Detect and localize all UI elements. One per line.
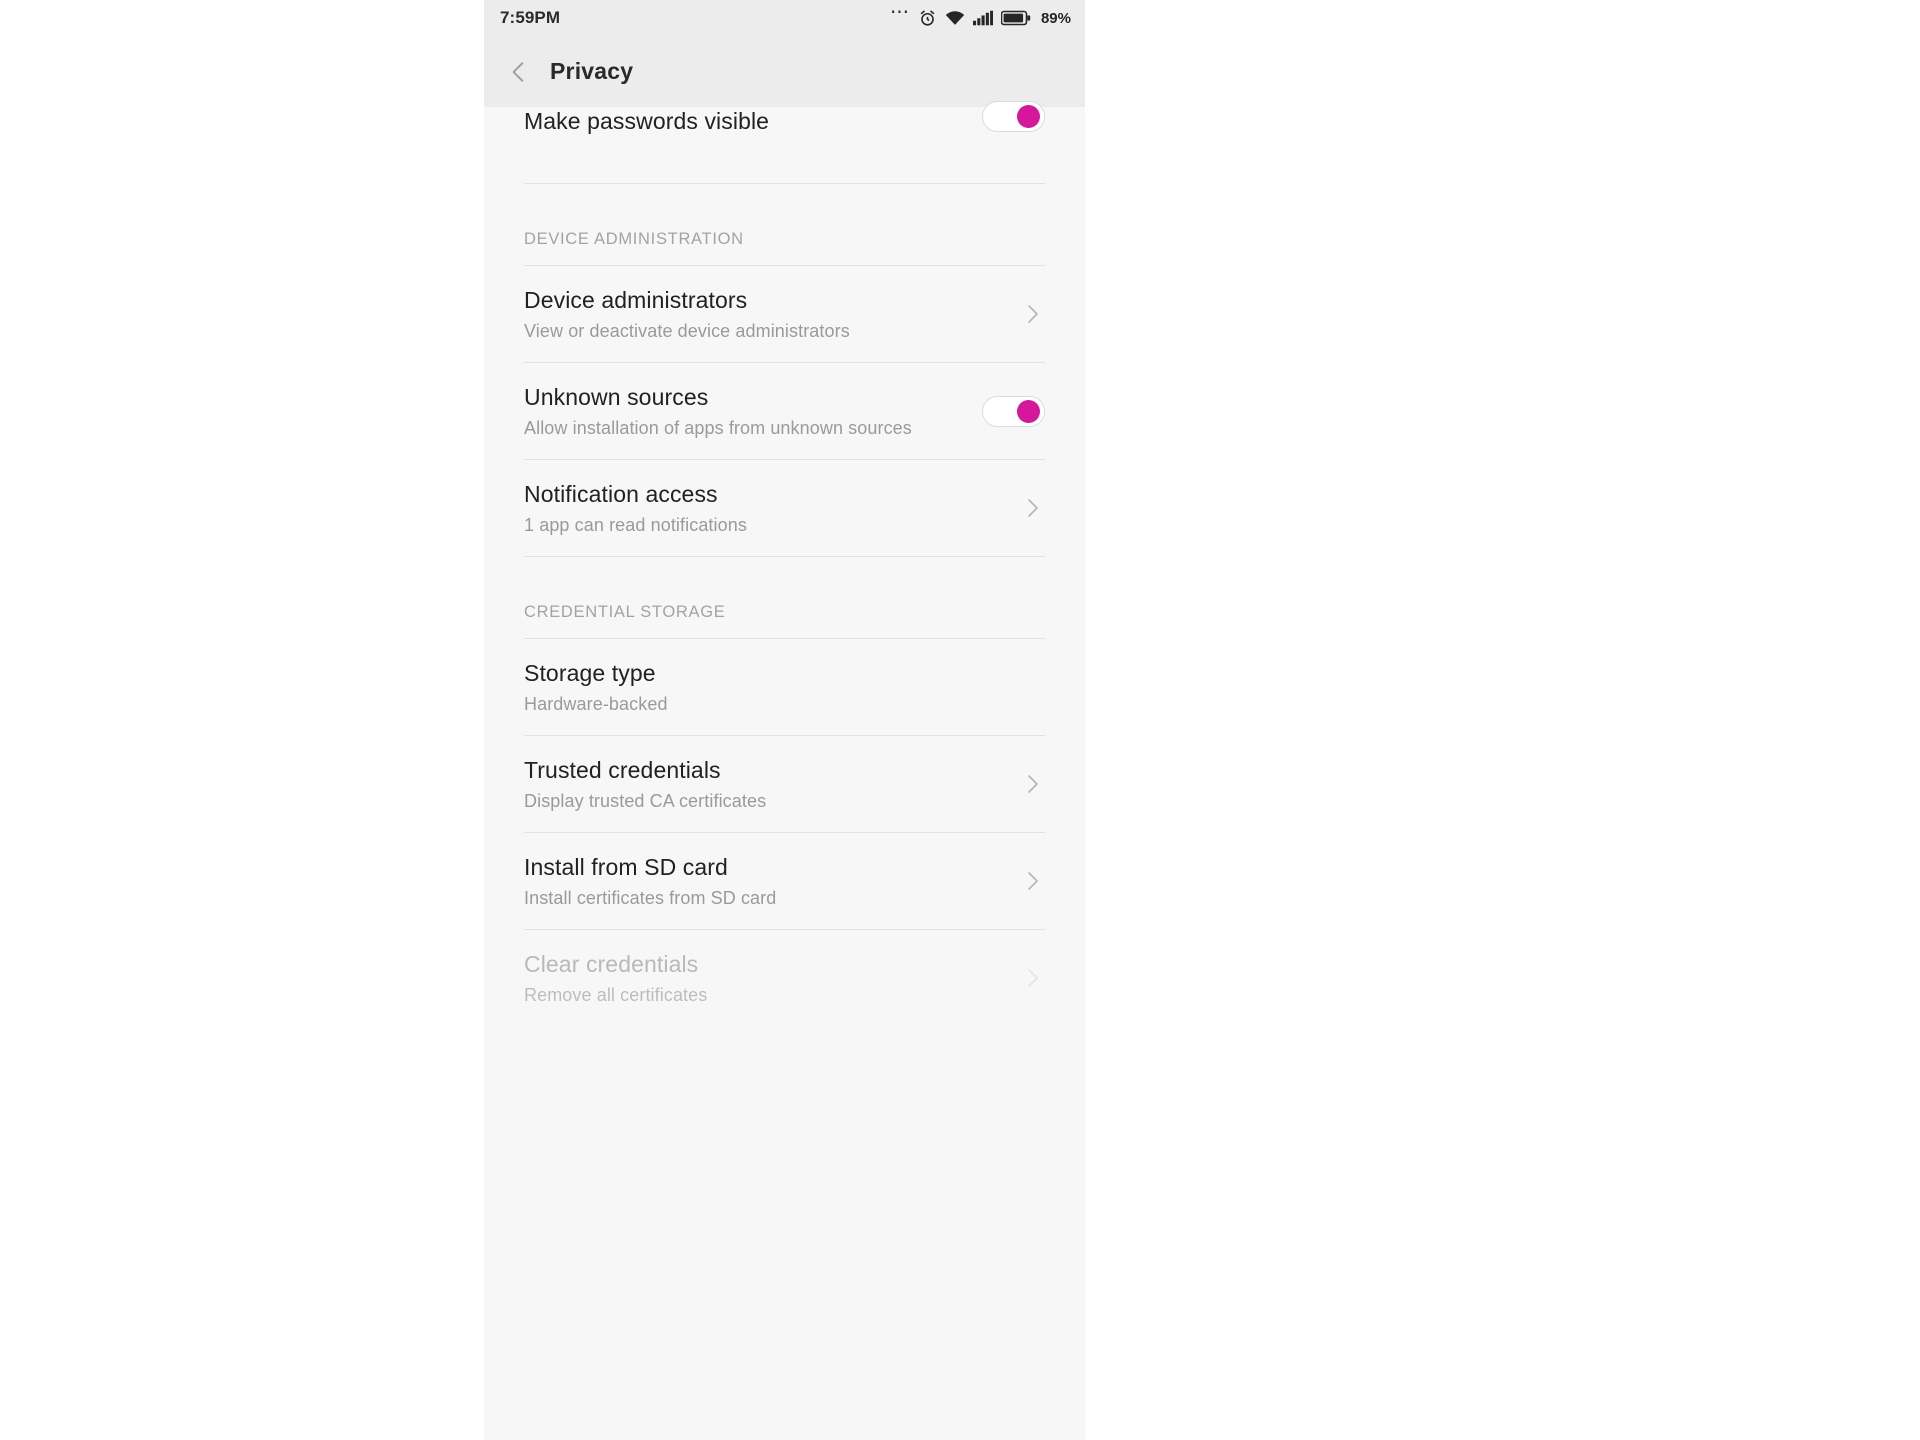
list-item-unknown-sources[interactable]: Unknown sources Allow installation of ap… — [484, 363, 1085, 459]
list-item-trusted-credentials[interactable]: Trusted credentials Display trusted CA c… — [484, 736, 1085, 832]
list-item-title: Device administrators — [524, 286, 748, 313]
list-item-title: Make passwords visible — [524, 108, 770, 134]
action-bar: Privacy — [484, 36, 1085, 107]
list-item-title: Storage type — [524, 659, 656, 686]
section-header-credential-storage: CREDENTIAL STORAGE — [484, 557, 1085, 638]
row-texts: Device administrators View or deactivate… — [524, 286, 1001, 343]
page-title: Privacy — [550, 58, 634, 84]
toggle-unknown-sources[interactable] — [982, 395, 1045, 427]
list-item-subtitle: Remove all certificates — [524, 984, 708, 1005]
chevron-right-icon — [1019, 868, 1045, 894]
row-texts: Notification access 1 app can read notif… — [524, 480, 1001, 537]
list-item-notification-access[interactable]: Notification access 1 app can read notif… — [484, 460, 1085, 556]
back-button[interactable] — [502, 55, 536, 89]
row-texts: Make passwords visible — [524, 107, 964, 135]
status-bar: 7:59PM ⋯ 89% — [484, 0, 1085, 36]
toggle-make-passwords-visible[interactable] — [982, 101, 1045, 132]
list-item-title: Install from SD card — [524, 853, 728, 880]
list-item-title: Trusted credentials — [524, 756, 721, 783]
battery-icon — [1000, 10, 1031, 26]
more-dots-icon: ⋯ — [889, 2, 910, 23]
list-item-subtitle: Hardware-backed — [524, 693, 668, 714]
toggle-knob — [1017, 105, 1040, 128]
chevron-right-icon — [1019, 301, 1045, 327]
list-item-install-from-sd-card[interactable]: Install from SD card Install certificate… — [484, 833, 1085, 929]
alarm-icon — [918, 9, 937, 28]
list-item-subtitle: 1 app can read notifications — [524, 514, 747, 535]
list-item-device-administrators[interactable]: Device administrators View or deactivate… — [484, 266, 1085, 362]
chevron-right-icon — [1019, 495, 1045, 521]
list-item-make-passwords-visible[interactable]: Make passwords visible — [484, 101, 1085, 183]
row-texts: Install from SD card Install certificate… — [524, 853, 1001, 910]
chevron-right-icon — [1019, 965, 1045, 991]
settings-list: Make passwords visible DEVICE ADMINISTRA… — [484, 101, 1085, 1440]
row-texts: Trusted credentials Display trusted CA c… — [524, 756, 1001, 813]
signal-icon — [972, 10, 993, 26]
section-header-label: CREDENTIAL STORAGE — [524, 603, 726, 621]
phone-screen: 7:59PM ⋯ 89% Privacy Make passwords visi… — [484, 0, 1085, 1440]
list-item-storage-type[interactable]: Storage type Hardware-backed — [484, 639, 1085, 735]
section-header-label: DEVICE ADMINISTRATION — [524, 230, 744, 248]
list-item-subtitle: Display trusted CA certificates — [524, 790, 767, 811]
row-texts: Unknown sources Allow installation of ap… — [524, 383, 964, 440]
list-item-title: Unknown sources — [524, 383, 709, 410]
section-header-device-administration: DEVICE ADMINISTRATION — [484, 184, 1085, 265]
list-item-clear-credentials: Clear credentials Remove all certificate… — [484, 930, 1085, 1026]
chevron-left-icon — [506, 59, 532, 85]
screenshot-canvas: 7:59PM ⋯ 89% Privacy Make passwords visi… — [0, 0, 1920, 1440]
chevron-right-icon — [1019, 771, 1045, 797]
list-item-subtitle: Allow installation of apps from unknown … — [524, 417, 912, 438]
toggle-knob — [1017, 399, 1040, 423]
row-texts: Storage type Hardware-backed — [524, 659, 1045, 716]
battery-percent-label: 89% — [1040, 9, 1071, 27]
list-item-subtitle: Install certificates from SD card — [524, 887, 777, 908]
status-bar-clock: 7:59PM — [500, 8, 561, 27]
status-bar-icons: ⋯ 89% — [889, 2, 1071, 28]
row-texts: Clear credentials Remove all certificate… — [524, 950, 1001, 1007]
list-item-subtitle: View or deactivate device administrators — [524, 320, 850, 341]
list-item-title: Clear credentials — [524, 950, 699, 977]
list-item-title: Notification access — [524, 480, 718, 507]
wifi-icon — [945, 10, 965, 26]
